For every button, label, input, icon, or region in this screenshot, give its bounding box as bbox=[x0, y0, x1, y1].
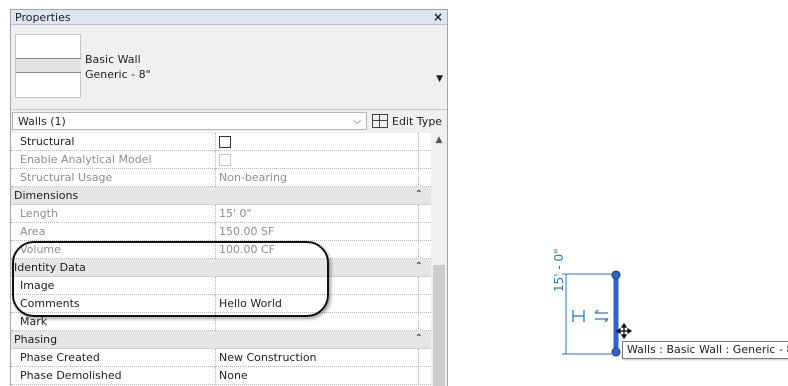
collapse-icon[interactable]: ⌃ bbox=[415, 261, 423, 272]
property-row[interactable]: Mark bbox=[11, 313, 431, 331]
edit-type-label: Edit Type bbox=[392, 114, 443, 128]
property-row[interactable]: Length 15' 0" bbox=[11, 205, 431, 223]
flip-controls-icon[interactable] bbox=[572, 309, 609, 323]
property-name: Image bbox=[20, 279, 55, 292]
collapse-icon[interactable]: ⌃ bbox=[415, 333, 423, 344]
type-dropdown-arrow-icon[interactable]: ▼ bbox=[436, 74, 443, 84]
checkbox bbox=[219, 154, 231, 166]
property-row[interactable]: Volume 100.00 CF bbox=[11, 241, 431, 259]
property-name: Phase Created bbox=[20, 351, 100, 364]
property-name: Comments bbox=[20, 297, 80, 310]
group-header-label: Phasing bbox=[14, 333, 58, 346]
property-row[interactable]: Comments Hello World bbox=[11, 295, 431, 313]
edit-type-button[interactable]: Edit Type bbox=[372, 114, 442, 128]
group-header-label: Identity Data bbox=[14, 261, 86, 274]
property-value[interactable]: New Construction bbox=[215, 349, 419, 367]
collapse-icon[interactable]: ⌃ bbox=[415, 189, 423, 200]
property-row[interactable]: Phase Created New Construction bbox=[11, 349, 431, 367]
instance-filter-select[interactable]: Walls (1) ⌵ bbox=[12, 112, 367, 130]
type-selector[interactable]: Basic Wall Generic - 8" ▼ bbox=[11, 26, 447, 110]
checkbox[interactable] bbox=[219, 136, 231, 148]
property-name: Phase Demolished bbox=[20, 369, 122, 382]
property-value[interactable] bbox=[215, 277, 419, 295]
instance-bar: Walls (1) ⌵ Edit Type bbox=[11, 110, 447, 132]
dimension-label: 15' - 0" bbox=[552, 248, 566, 292]
palette-title-bar[interactable]: Properties × bbox=[11, 10, 447, 25]
property-row[interactable]: Area 150.00 SF bbox=[11, 223, 431, 241]
property-name: Length bbox=[20, 207, 58, 220]
instance-filter-value: Walls (1) bbox=[18, 114, 66, 128]
close-icon[interactable]: × bbox=[433, 10, 443, 24]
palette-title: Properties bbox=[15, 10, 71, 24]
group-header[interactable]: Phasing ⌃ bbox=[11, 331, 431, 349]
property-value bbox=[215, 151, 419, 169]
group-header-label: Dimensions bbox=[14, 189, 79, 202]
type-thumbnail bbox=[15, 34, 81, 98]
chevron-down-icon: ⌵ bbox=[353, 115, 361, 127]
wall-swatch-icon bbox=[16, 58, 81, 73]
element-tooltip: Walls : Basic Wall : Generic - 8" bbox=[622, 341, 788, 359]
group-header[interactable]: Identity Data ⌃ bbox=[11, 259, 431, 277]
scroll-up-icon[interactable]: ▲ bbox=[431, 135, 447, 145]
property-row[interactable]: Structural bbox=[11, 133, 431, 151]
property-row[interactable]: Image bbox=[11, 277, 431, 295]
property-row[interactable]: Structural Usage Non-bearing bbox=[11, 169, 431, 187]
property-value: 100.00 CF bbox=[215, 241, 419, 259]
property-value[interactable]: None bbox=[215, 367, 419, 385]
type-name-label: Generic - 8" bbox=[85, 68, 151, 81]
property-name: Structural Usage bbox=[20, 171, 113, 184]
dimension-line bbox=[562, 273, 616, 355]
property-value: 150.00 SF bbox=[215, 223, 419, 241]
property-value: 15' 0" bbox=[215, 205, 419, 223]
edit-type-icon bbox=[372, 114, 388, 128]
property-row[interactable]: Phase Demolished None bbox=[11, 367, 431, 385]
property-value[interactable] bbox=[215, 133, 419, 151]
type-family-label: Basic Wall bbox=[85, 53, 141, 66]
property-name: Area bbox=[20, 225, 46, 238]
move-cursor-icon bbox=[615, 322, 633, 340]
scroll-thumb[interactable] bbox=[433, 265, 445, 386]
property-value[interactable] bbox=[215, 313, 419, 331]
wall-end-grip-bottom[interactable] bbox=[611, 347, 621, 357]
grid-scrollbar[interactable]: ▲ bbox=[431, 133, 447, 386]
group-header[interactable]: Dimensions ⌃ bbox=[11, 187, 431, 205]
property-name: Enable Analytical Model bbox=[20, 153, 152, 166]
property-value: Non-bearing bbox=[215, 169, 419, 187]
properties-grid: Structural Enable Analytical Model Structu… bbox=[11, 133, 447, 386]
property-name: Volume bbox=[20, 243, 61, 256]
property-name: Structural bbox=[20, 135, 75, 148]
property-value[interactable]: Hello World bbox=[215, 295, 419, 313]
wall-end-grip-top[interactable] bbox=[611, 270, 621, 280]
property-name: Mark bbox=[20, 315, 48, 328]
property-row[interactable]: Enable Analytical Model bbox=[11, 151, 431, 169]
properties-palette: Properties × Basic Wall Generic - 8" ▼ W… bbox=[10, 9, 448, 386]
